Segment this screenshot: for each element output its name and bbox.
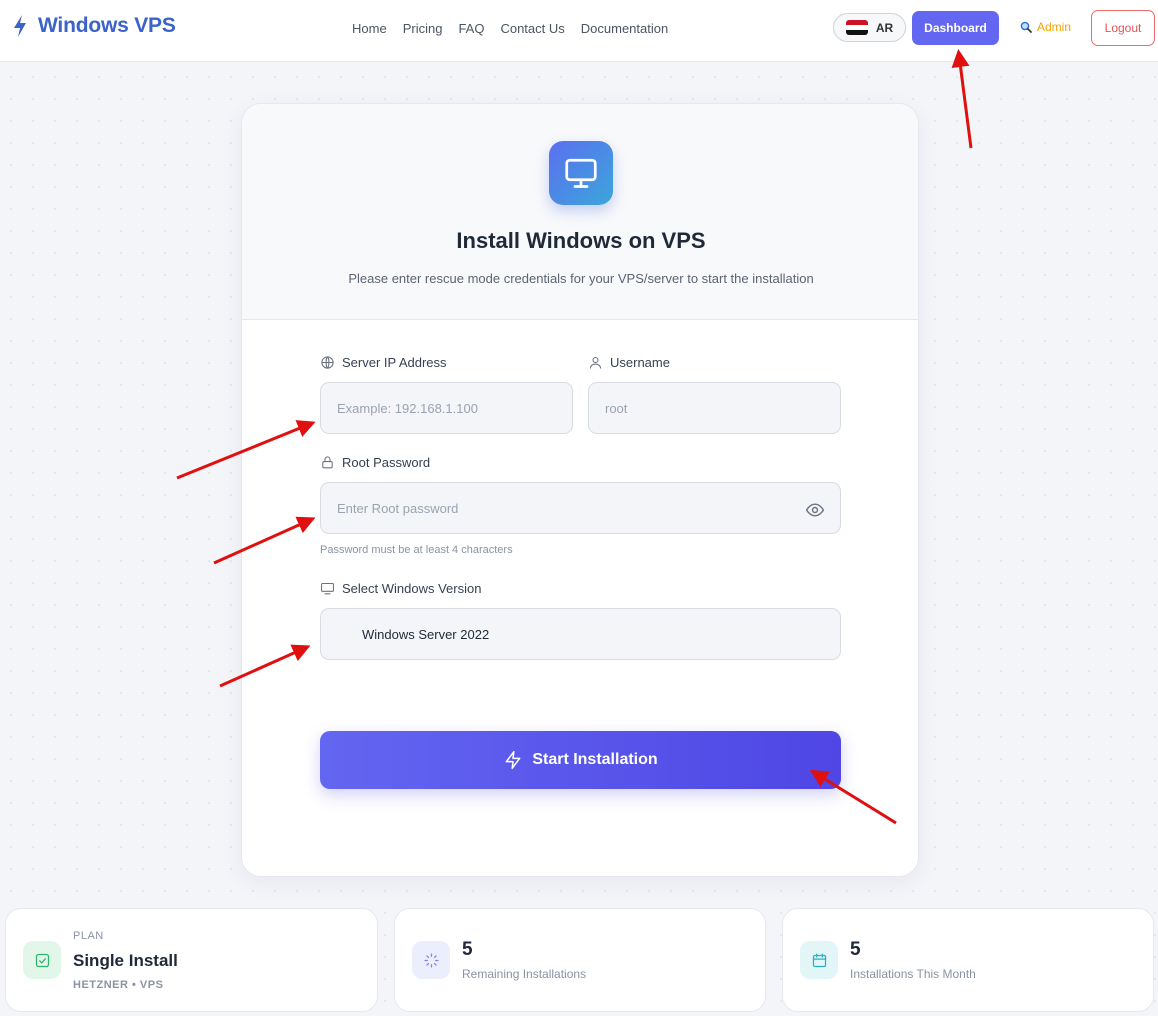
ip-label: Server IP Address xyxy=(320,355,447,370)
ip-label-text: Server IP Address xyxy=(342,355,447,370)
user-icon xyxy=(589,356,602,369)
plan-caption: PLAN xyxy=(73,930,104,942)
nav-link-pricing[interactable]: Pricing xyxy=(403,21,443,36)
version-label-text: Select Windows Version xyxy=(342,581,482,596)
brand-logo[interactable]: Windows VPS xyxy=(12,14,176,38)
plan-name: Single Install xyxy=(73,951,178,970)
plan-card: PLAN Single Install HETZNER • VPS xyxy=(5,908,378,1012)
remaining-label: Remaining Installations xyxy=(462,967,587,981)
eye-icon[interactable] xyxy=(805,500,825,520)
windows-version-value: Windows Server 2022 xyxy=(362,626,490,642)
egypt-flag-icon xyxy=(845,20,868,35)
check-square-icon xyxy=(23,941,61,979)
logout-button[interactable]: Logout xyxy=(1091,10,1155,46)
start-installation-button[interactable]: Start Installation xyxy=(320,731,841,789)
navbar: Windows VPS Home Pricing FAQ Contact Us … xyxy=(0,0,1158,62)
calendar-icon xyxy=(800,941,838,979)
plan-provider: HETZNER • VPS xyxy=(73,979,164,991)
root-password-input[interactable] xyxy=(320,482,841,534)
page-title: Install Windows on VPS xyxy=(456,228,706,253)
card-header: Install Windows on VPS Please enter resc… xyxy=(242,104,918,320)
remaining-count: 5 xyxy=(462,939,473,960)
start-installation-label: Start Installation xyxy=(532,751,658,768)
loader-icon xyxy=(412,941,450,979)
version-label: Select Windows Version xyxy=(320,581,481,596)
install-card: Install Windows on VPS Please enter resc… xyxy=(241,103,919,877)
monthly-card: 5 Installations This Month xyxy=(782,908,1154,1012)
password-hint: Password must be at least 4 characters xyxy=(320,544,513,556)
username-label-text: Username xyxy=(610,355,670,370)
monthly-count: 5 xyxy=(850,939,861,960)
admin-link[interactable]: Admin xyxy=(1020,20,1071,34)
language-label: AR xyxy=(875,20,894,35)
brand-name: Windows VPS xyxy=(38,14,176,37)
dashboard-button[interactable]: Dashboard xyxy=(912,11,999,45)
password-label-text: Root Password xyxy=(342,455,431,470)
windows-version-select[interactable]: Windows Server 2022 xyxy=(320,608,841,660)
page-subtitle: Please enter rescue mode credentials for… xyxy=(348,271,814,286)
nav-link-faq[interactable]: FAQ xyxy=(458,21,484,36)
monthly-label: Installations This Month xyxy=(850,967,976,981)
bolt-icon xyxy=(505,750,521,770)
nav-link-home[interactable]: Home xyxy=(352,21,387,36)
annotation-arrow xyxy=(951,49,973,149)
username-label: Username xyxy=(588,355,670,370)
monitor-icon xyxy=(549,141,613,205)
nav-link-contact[interactable]: Contact Us xyxy=(500,21,564,36)
bolt-icon xyxy=(14,15,26,37)
username-input[interactable] xyxy=(588,382,841,434)
language-switch-button[interactable]: AR xyxy=(833,13,906,42)
remaining-card: 5 Remaining Installations xyxy=(394,908,766,1012)
server-ip-input[interactable] xyxy=(320,382,573,434)
admin-label: Admin xyxy=(1037,20,1072,34)
password-label: Root Password xyxy=(320,455,430,470)
search-icon xyxy=(1020,21,1032,33)
globe-icon xyxy=(321,356,334,369)
nav-link-documentation[interactable]: Documentation xyxy=(581,21,668,36)
lock-icon xyxy=(322,456,333,469)
nav-links: Home Pricing FAQ Contact Us Documentatio… xyxy=(352,21,668,36)
monitor-icon xyxy=(321,582,334,595)
